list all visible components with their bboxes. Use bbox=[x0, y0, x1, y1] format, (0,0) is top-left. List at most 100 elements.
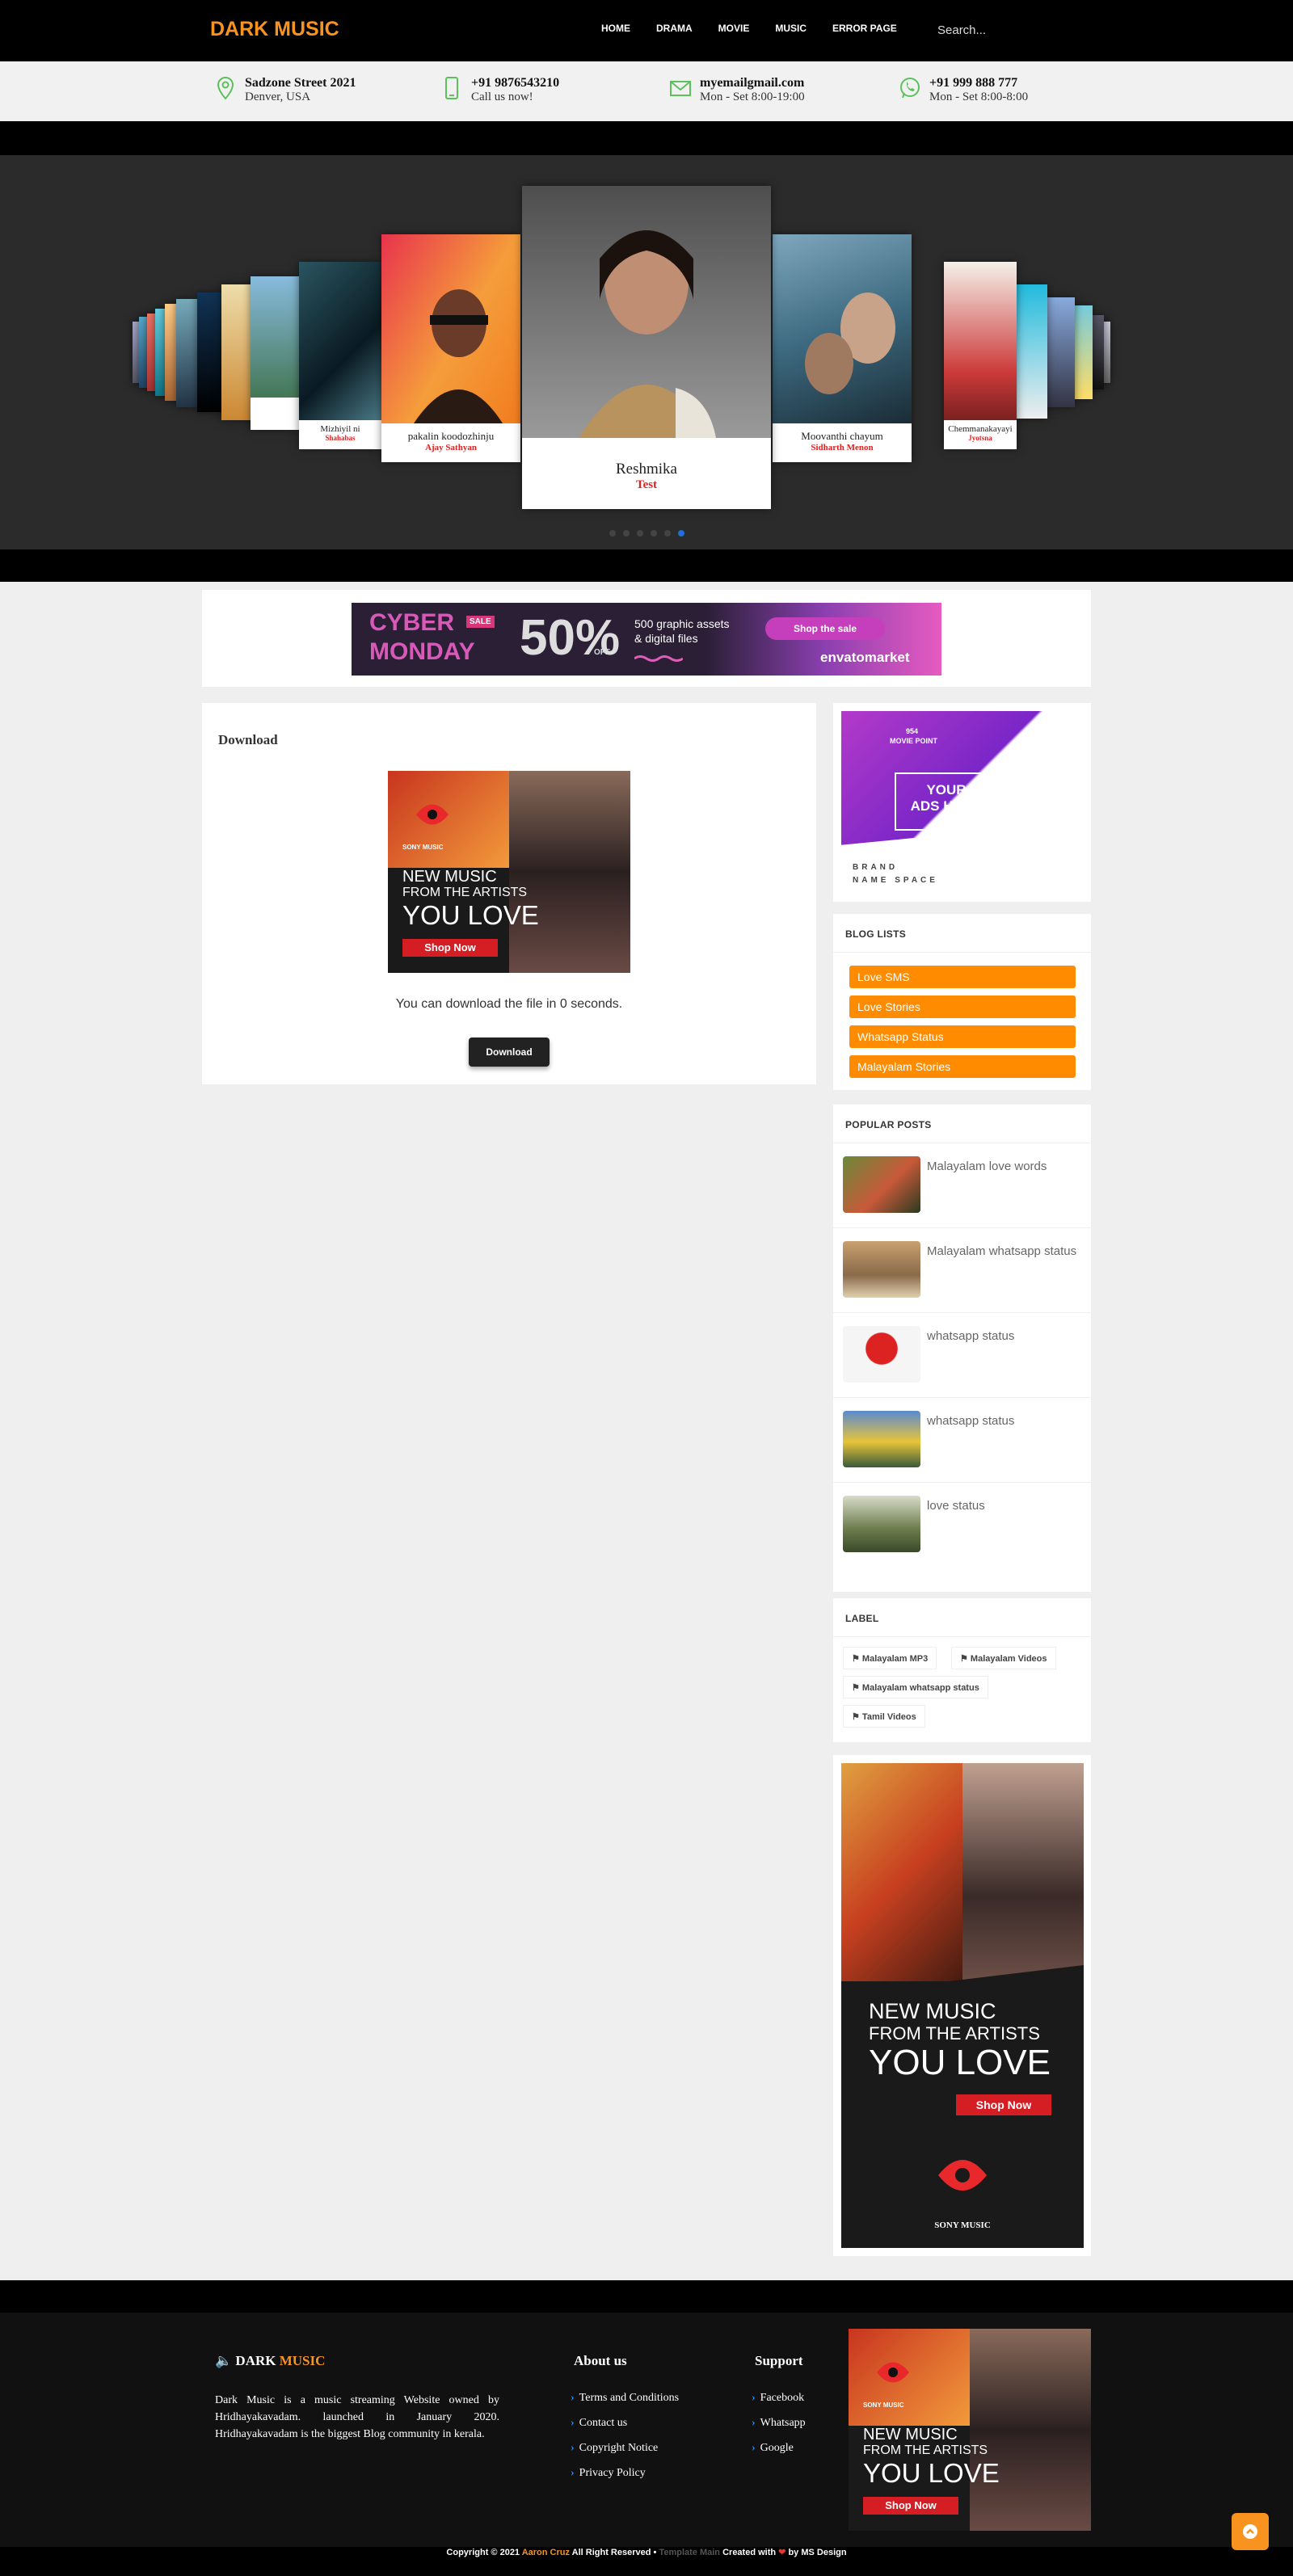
ad-ads-hear-text: ADS HEAR bbox=[910, 798, 983, 814]
coverflow-slider[interactable]: Mizhiyil ni Shahabas pakalin koodozhinju… bbox=[0, 155, 1293, 549]
slider-dot[interactable] bbox=[623, 530, 630, 537]
slider-dot[interactable] bbox=[637, 530, 643, 537]
popular-post-item[interactable]: whatsapp status bbox=[833, 1313, 1091, 1398]
nav-drama[interactable]: DRAMA bbox=[656, 23, 693, 34]
ad-namespace-text: NAME SPACE bbox=[853, 876, 938, 885]
blog-link-love-stories[interactable]: Love Stories bbox=[849, 995, 1076, 1018]
slide-card[interactable] bbox=[251, 276, 299, 430]
cyber-monday-banner[interactable]: CYBER SALE MONDAY 50% OFF 500 graphic as… bbox=[352, 603, 941, 676]
blog-link-malayalam-stories[interactable]: Malayalam Stories bbox=[849, 1055, 1076, 1078]
email-hours: Mon - Set 8:00-19:00 bbox=[700, 90, 805, 103]
search-input[interactable] bbox=[937, 18, 1083, 42]
back-to-top-button[interactable] bbox=[1232, 2513, 1269, 2550]
download-button[interactable]: Download bbox=[469, 1038, 550, 1067]
footer-logo[interactable]: 🔈 DARK MUSIC bbox=[215, 2353, 325, 2369]
post-title[interactable]: Malayalam love words bbox=[927, 1158, 1080, 1175]
slide-subtitle: Ajay Sathyan bbox=[425, 443, 477, 452]
info-email: myemailgmail.com Mon - Set 8:00-19:00 bbox=[669, 76, 805, 104]
slide-card-pakalin[interactable]: pakalin koodozhinju Ajay Sathyan bbox=[381, 234, 520, 462]
sony-music-tall-ad[interactable]: NEW MUSIC FROM THE ARTISTS YOU LOVE Shop… bbox=[841, 1763, 1084, 2248]
post-title[interactable]: Malayalam whatsapp status bbox=[927, 1243, 1080, 1260]
footer-link-whatsapp[interactable]: › Whatsapp bbox=[752, 2417, 806, 2430]
nav-error-page[interactable]: ERROR PAGE bbox=[832, 23, 897, 34]
mail-icon bbox=[670, 81, 691, 96]
blog-lists-widget: BLOG LISTS Love SMS Love Stories Whatsap… bbox=[833, 914, 1091, 1090]
post-thumbnail[interactable] bbox=[843, 1411, 920, 1467]
ad-text-1: 500 graphic assets bbox=[634, 617, 730, 630]
nav-music[interactable]: MUSIC bbox=[775, 23, 807, 34]
author-link[interactable]: Aaron Cruz bbox=[522, 2548, 570, 2557]
slide-card[interactable] bbox=[176, 299, 197, 407]
slide-subtitle: Jyotsna bbox=[968, 434, 992, 442]
footer-about-title: About us bbox=[574, 2353, 627, 2368]
label-tag[interactable]: ⚑ Malayalam whatsapp status bbox=[843, 1676, 988, 1698]
post-title[interactable]: love status bbox=[927, 1497, 1080, 1514]
popular-post-item[interactable]: whatsapp status bbox=[833, 1398, 1091, 1483]
post-thumbnail[interactable] bbox=[843, 1241, 920, 1298]
link-label: Google bbox=[760, 2442, 794, 2454]
squiggle-icon bbox=[634, 655, 683, 662]
slide-title: Reshmika bbox=[616, 461, 677, 478]
slide-card-mizhiyil[interactable]: Mizhiyil ni Shahabas bbox=[299, 262, 381, 449]
label-tag[interactable]: ⚑ Malayalam Videos bbox=[951, 1647, 1056, 1669]
widget-title: POPULAR POSTS bbox=[833, 1105, 1091, 1143]
label-tag[interactable]: ⚑ Tamil Videos bbox=[843, 1705, 925, 1728]
slider-dot-active[interactable] bbox=[678, 530, 684, 537]
tag-label: Tamil Videos bbox=[861, 1712, 916, 1722]
post-title[interactable]: whatsapp status bbox=[927, 1328, 1080, 1345]
footer-sony-music-ad[interactable]: SONY MUSIC NEW MUSIC FROM THE ARTISTS YO… bbox=[849, 2329, 1091, 2531]
download-countdown-text: You can download the file in 0 seconds. bbox=[395, 997, 623, 1011]
popular-post-item[interactable]: Malayalam whatsapp status bbox=[833, 1228, 1091, 1313]
slide-card-active[interactable]: Reshmika Test bbox=[522, 186, 771, 509]
envato-market-logo: envatomarket bbox=[820, 650, 910, 665]
footer-link-terms[interactable]: › Terms and Conditions bbox=[571, 2392, 679, 2405]
footer-link-facebook[interactable]: › Facebook bbox=[752, 2392, 804, 2405]
ad-word-cyber: CYBER bbox=[369, 609, 455, 636]
sony-music-ad[interactable]: SONY MUSIC NEW MUSIC FROM THE ARTISTS YO… bbox=[388, 771, 630, 973]
link-label: Facebook bbox=[760, 2392, 805, 2404]
main-content-card: Download SONY MUSIC NEW MUSIC FROM THE A… bbox=[202, 703, 816, 1084]
footer-support-title: Support bbox=[755, 2353, 803, 2368]
slider-dot[interactable] bbox=[609, 530, 616, 537]
post-thumbnail[interactable] bbox=[843, 1326, 920, 1383]
tag-label: Malayalam Videos bbox=[970, 1654, 1047, 1664]
label-tag[interactable]: ⚑ Malayalam MP3 bbox=[843, 1647, 937, 1669]
slide-card-chemmanakayayi[interactable]: Chemmanakayayi Jyotsna bbox=[944, 262, 1017, 449]
ad-line-1: NEW MUSIC bbox=[863, 2426, 958, 2443]
popular-post-item[interactable]: Malayalam love words bbox=[833, 1143, 1091, 1228]
post-thumbnail[interactable] bbox=[843, 1496, 920, 1552]
slider-dot[interactable] bbox=[664, 530, 671, 537]
shop-now-button[interactable]: Shop Now bbox=[956, 2094, 1051, 2115]
template-link[interactable]: Template Main bbox=[659, 2548, 720, 2557]
site-logo[interactable]: DARK MUSIC bbox=[210, 18, 339, 41]
footer: 🔈 DARK MUSIC Dark Music is a music strea… bbox=[0, 2280, 1293, 2576]
shop-the-sale-button[interactable]: Shop the sale bbox=[765, 617, 885, 640]
nav-movie[interactable]: MOVIE bbox=[718, 23, 750, 34]
footer-link-privacy[interactable]: › Privacy Policy bbox=[571, 2467, 646, 2480]
footer-link-google[interactable]: › Google bbox=[752, 2442, 794, 2455]
chevron-right-icon: › bbox=[571, 2392, 575, 2404]
slide-card[interactable] bbox=[197, 293, 225, 412]
blog-link-whatsapp-status[interactable]: Whatsapp Status bbox=[849, 1025, 1076, 1048]
post-thumbnail[interactable] bbox=[843, 1156, 920, 1213]
shop-now-button[interactable]: Shop Now bbox=[863, 2497, 958, 2515]
shop-now-button[interactable]: Shop Now bbox=[402, 939, 498, 957]
ad-line-1: NEW MUSIC bbox=[402, 868, 497, 886]
nav-home[interactable]: HOME bbox=[601, 23, 630, 34]
copyright-line: Copyright © 2021 Aaron Cruz All Right Re… bbox=[0, 2547, 1293, 2557]
heart-icon: ❤ bbox=[778, 2548, 786, 2557]
footer-link-contact[interactable]: › Contact us bbox=[571, 2417, 627, 2430]
chevron-up-circle-icon bbox=[1243, 2524, 1257, 2539]
whatsapp-hours: Mon - Set 8:00-8:00 bbox=[929, 90, 1029, 103]
slider-dot[interactable] bbox=[651, 530, 657, 537]
slide-card[interactable] bbox=[1042, 297, 1075, 407]
post-title[interactable]: whatsapp status bbox=[927, 1412, 1080, 1429]
slide-card-moovanthi[interactable]: Moovanthi chayum Sidharth Menon bbox=[773, 234, 912, 462]
footer-link-copyright[interactable]: › Copyright Notice bbox=[571, 2442, 658, 2455]
ads-here-banner[interactable]: 954 MOVIE POINT YOUR ADS HEAR BRAND NAME… bbox=[841, 711, 1055, 894]
footer-about-text: Dark Music is a music streaming Website … bbox=[215, 2394, 499, 2440]
popular-post-item[interactable]: love status bbox=[833, 1483, 1091, 1568]
blog-link-love-sms[interactable]: Love SMS bbox=[849, 966, 1076, 988]
ad-brand-text: BRAND bbox=[853, 863, 899, 872]
ad-percent: 50% bbox=[520, 610, 621, 666]
